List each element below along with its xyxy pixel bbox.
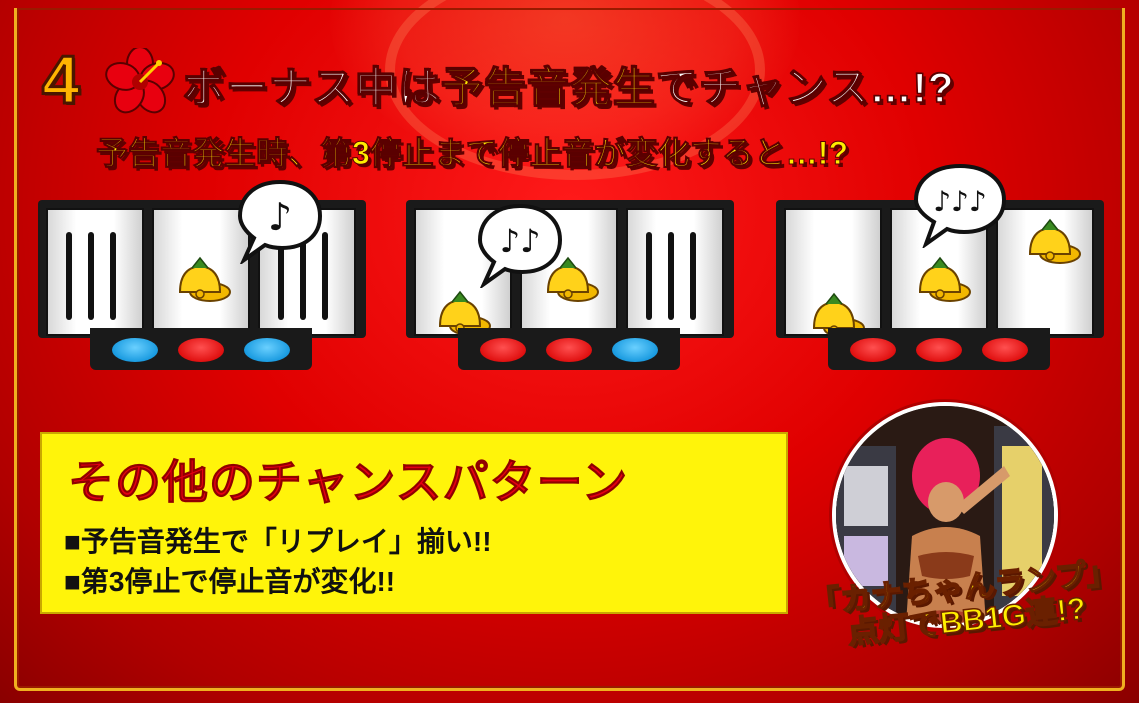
chance-pattern-item: ■第3停止で停止音が変化!!	[64, 566, 396, 597]
spin-blur	[646, 232, 652, 320]
lamp-blue	[112, 338, 158, 362]
reel-right	[626, 208, 724, 336]
reel-left	[46, 208, 144, 336]
spin-blur	[668, 232, 674, 320]
chance-pattern-item: ■予告音発生で「リプレイ」揃い!!	[64, 526, 492, 557]
stage: 4 ボーナス中は予告音発生でチャンス…!? 予告音発生時、第3停止まで停止音が変…	[0, 0, 1139, 703]
spin-blur	[66, 232, 72, 320]
headline-prefix: ボーナス中は	[182, 63, 442, 112]
subheadline: 予告音発生時、第3停止まで停止音が変化すると…!?	[95, 135, 849, 172]
reel-example-1: ♪	[38, 179, 368, 380]
bell-icon	[918, 256, 971, 302]
chance-pattern-title: その他のチャンスパターン	[68, 456, 629, 509]
headline-highlight: 予告音発生	[440, 63, 657, 112]
speech-bubble-icon: ♪♪♪	[913, 163, 1007, 248]
music-note-icon: ♪	[268, 195, 292, 239]
reel-example-2: ♪♪	[406, 200, 736, 380]
step-number: 4	[41, 42, 82, 118]
spin-blur	[88, 232, 94, 320]
speech-bubble-icon: ♪♪	[477, 203, 563, 288]
lamp-blue	[244, 338, 290, 362]
lamp-red	[178, 338, 224, 362]
chance-pattern-panel: その他のチャンスパターン ■予告音発生で「リプレイ」揃い!! ■第3停止で停止音…	[40, 432, 788, 614]
bell-icon	[178, 256, 231, 302]
reel-example-3: ♪♪♪	[776, 163, 1106, 380]
lamp-blue	[612, 338, 658, 362]
lamp-red	[480, 338, 526, 362]
reel-right	[996, 208, 1094, 336]
bell-icon	[1028, 218, 1081, 264]
lamp-red	[916, 338, 962, 362]
hibiscus-icon	[105, 48, 175, 114]
lamp-red	[982, 338, 1028, 362]
reel-left	[784, 208, 882, 338]
headline: ボーナス中は予告音発生でチャンス…!?	[182, 54, 955, 115]
lamp-red	[850, 338, 896, 362]
spin-blur	[110, 232, 116, 320]
headline-suffix: でチャンス…!?	[655, 63, 955, 112]
music-note-icon: ♪♪	[500, 222, 541, 260]
speech-bubble-icon: ♪	[237, 179, 323, 264]
lamp-red	[546, 338, 592, 362]
music-note-icon: ♪♪♪	[933, 185, 987, 218]
spin-blur	[690, 232, 696, 320]
